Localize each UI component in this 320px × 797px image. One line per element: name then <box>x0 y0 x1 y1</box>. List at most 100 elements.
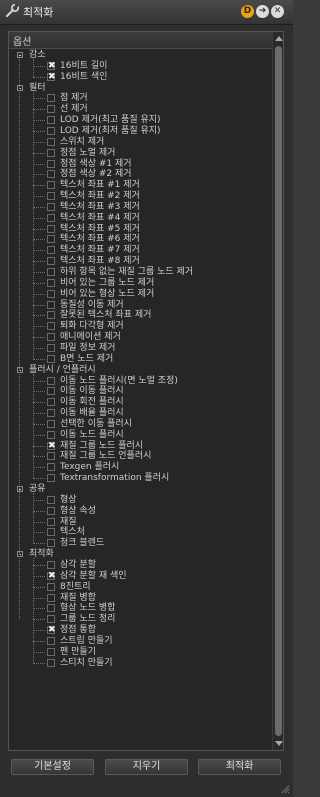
item-checkbox[interactable] <box>47 246 55 255</box>
item-checkbox[interactable] <box>47 452 55 461</box>
tree-item[interactable]: 텍스처 좌표 #2 제거 <box>9 191 271 202</box>
go-arrow-icon[interactable]: ➜ <box>256 5 269 18</box>
tree-item[interactable]: 형상 <box>9 495 271 506</box>
item-checkbox[interactable] <box>47 517 55 526</box>
item-checkbox[interactable] <box>47 463 55 472</box>
item-checkbox[interactable] <box>47 137 55 146</box>
tree-item[interactable]: B면 노드 제거 <box>9 354 271 365</box>
item-checkbox[interactable] <box>47 268 55 276</box>
item-checkbox[interactable] <box>47 430 55 439</box>
tree-item[interactable]: 퇴화 다각형 제거 <box>9 321 271 332</box>
item-checkbox[interactable] <box>47 636 55 645</box>
item-checkbox[interactable] <box>47 398 55 407</box>
item-checkbox[interactable]: ✖ <box>47 441 56 450</box>
item-checkbox[interactable] <box>47 582 55 591</box>
tree-item[interactable]: Texgen 플러시 <box>9 462 271 473</box>
item-checkbox[interactable] <box>47 343 55 352</box>
item-checkbox[interactable] <box>47 647 55 656</box>
tree-item[interactable]: 텍스처 좌표 #6 제거 <box>9 234 271 245</box>
tree-item[interactable]: 그룹 노드 정리 <box>9 614 271 625</box>
tree-item[interactable]: ✖ 재질 그룹 노드 플러시 <box>9 441 271 452</box>
item-checkbox[interactable] <box>47 419 55 428</box>
item-checkbox[interactable] <box>47 300 55 309</box>
tree-item[interactable]: 삼각 분할 <box>9 560 271 571</box>
item-checkbox[interactable]: ✖ <box>47 571 56 580</box>
item-checkbox[interactable] <box>47 376 55 385</box>
tree-item[interactable]: 재질 <box>9 517 271 528</box>
item-checkbox[interactable] <box>47 560 55 569</box>
tree-item[interactable]: 이동 이동 플러시 <box>9 386 271 397</box>
item-checkbox[interactable]: ✖ <box>47 626 56 635</box>
collapse-toggle-icon[interactable] <box>17 551 23 558</box>
tree-item[interactable]: ✖ 16비트 길이 <box>9 61 271 72</box>
tree-group[interactable]: 감소 <box>9 50 271 61</box>
vertical-scrollbar[interactable] <box>272 32 283 750</box>
item-checkbox[interactable] <box>47 615 55 624</box>
item-checkbox[interactable] <box>47 235 55 244</box>
item-checkbox[interactable] <box>47 506 55 515</box>
tree-item[interactable]: 선택한 이동 플러시 <box>9 419 271 430</box>
tree-item[interactable]: 스티치 만들기 <box>9 658 271 669</box>
defaults-button[interactable]: 기본설정 <box>11 759 94 775</box>
item-checkbox[interactable] <box>47 213 55 222</box>
collapse-toggle-icon[interactable] <box>17 486 23 492</box>
tree-item[interactable]: 비어 있는 그룹 노드 제거 <box>9 278 271 289</box>
tree-item[interactable]: 잘못된 텍스처 좌표 제거 <box>9 310 271 321</box>
item-checkbox[interactable] <box>47 148 55 157</box>
item-checkbox[interactable] <box>47 409 55 418</box>
tree-item[interactable]: ✖ 삼각 분할 재 색인 <box>9 571 271 582</box>
tree-item[interactable]: 비어 있는 형상 노드 제거 <box>9 289 271 300</box>
item-checkbox[interactable] <box>47 257 55 266</box>
tree-item[interactable]: Textransformation 플러시 <box>9 473 271 484</box>
item-checkbox[interactable] <box>47 289 55 298</box>
tree-item[interactable]: 정점 색상 #1 제거 <box>9 159 271 170</box>
item-checkbox[interactable] <box>47 495 55 504</box>
tree-item[interactable]: 텍스처 좌표 #5 제거 <box>9 224 271 235</box>
tree-group[interactable]: 필터 <box>9 83 271 94</box>
tree-group[interactable]: 플러시 / 언플러시 <box>9 365 271 376</box>
collapse-toggle-icon[interactable] <box>17 366 23 373</box>
collapse-toggle-icon[interactable] <box>17 84 23 91</box>
tree-item[interactable]: 텍스처 좌표 #3 제거 <box>9 202 271 213</box>
scroll-down-icon[interactable] <box>275 741 283 746</box>
tree-item[interactable]: 선 제거 <box>9 104 271 115</box>
tree-item[interactable]: 이동 배율 플러시 <box>9 408 271 419</box>
tree-item[interactable]: 파일 정보 제거 <box>9 343 271 354</box>
tree-item[interactable]: 텍스처 좌표 #8 제거 <box>9 256 271 267</box>
tree-item[interactable]: ✖ 16비트 색인 <box>9 72 271 83</box>
close-button[interactable]: ✕ <box>271 5 284 18</box>
item-checkbox[interactable] <box>47 333 55 342</box>
tree-item[interactable]: 정점 노멀 제거 <box>9 148 271 159</box>
clear-button[interactable]: 지우기 <box>105 759 188 775</box>
tree-item[interactable]: 이동 노드 플러시 <box>9 430 271 441</box>
tree-item[interactable]: 텍스처 <box>9 527 271 538</box>
tree-item[interactable]: 정점 색상 #2 제거 <box>9 169 271 180</box>
tree-item[interactable]: 이동 회전 플러시 <box>9 397 271 408</box>
item-checkbox[interactable]: ✖ <box>47 61 56 70</box>
item-checkbox[interactable] <box>47 126 55 135</box>
item-checkbox[interactable] <box>47 539 55 548</box>
item-checkbox[interactable] <box>47 593 55 602</box>
item-checkbox[interactable] <box>47 474 55 483</box>
item-checkbox[interactable] <box>47 604 55 613</box>
item-checkbox[interactable] <box>47 311 55 320</box>
scroll-up-icon[interactable] <box>275 36 283 41</box>
tree-group[interactable]: 공유 <box>9 484 271 495</box>
tree-item[interactable]: 형상 노드 병합 <box>9 603 271 614</box>
dock-button[interactable]: D <box>241 5 254 18</box>
tree-item[interactable]: 재질 병합 <box>9 593 271 604</box>
item-checkbox[interactable] <box>47 202 55 211</box>
collapse-toggle-icon[interactable] <box>17 52 23 58</box>
tree-item[interactable]: 점 제거 <box>9 93 271 104</box>
item-checkbox[interactable] <box>47 354 55 363</box>
tree-item[interactable]: 동질성 이동 제거 <box>9 300 271 311</box>
tree-item[interactable]: 텍스처 좌표 #7 제거 <box>9 245 271 256</box>
item-checkbox[interactable] <box>47 322 55 331</box>
tree-item[interactable]: 청크 블렌드 <box>9 538 271 549</box>
tree-item[interactable]: 팬 만들기 <box>9 647 271 658</box>
tree-item[interactable]: 텍스처 좌표 #4 제거 <box>9 213 271 224</box>
tree-item[interactable]: 스트립 만들기 <box>9 636 271 647</box>
tree-item[interactable]: LOD 제거(최저 품질 유지) <box>9 126 271 137</box>
item-checkbox[interactable] <box>47 192 55 201</box>
tree-item[interactable]: 텍스처 좌표 #1 제거 <box>9 180 271 191</box>
